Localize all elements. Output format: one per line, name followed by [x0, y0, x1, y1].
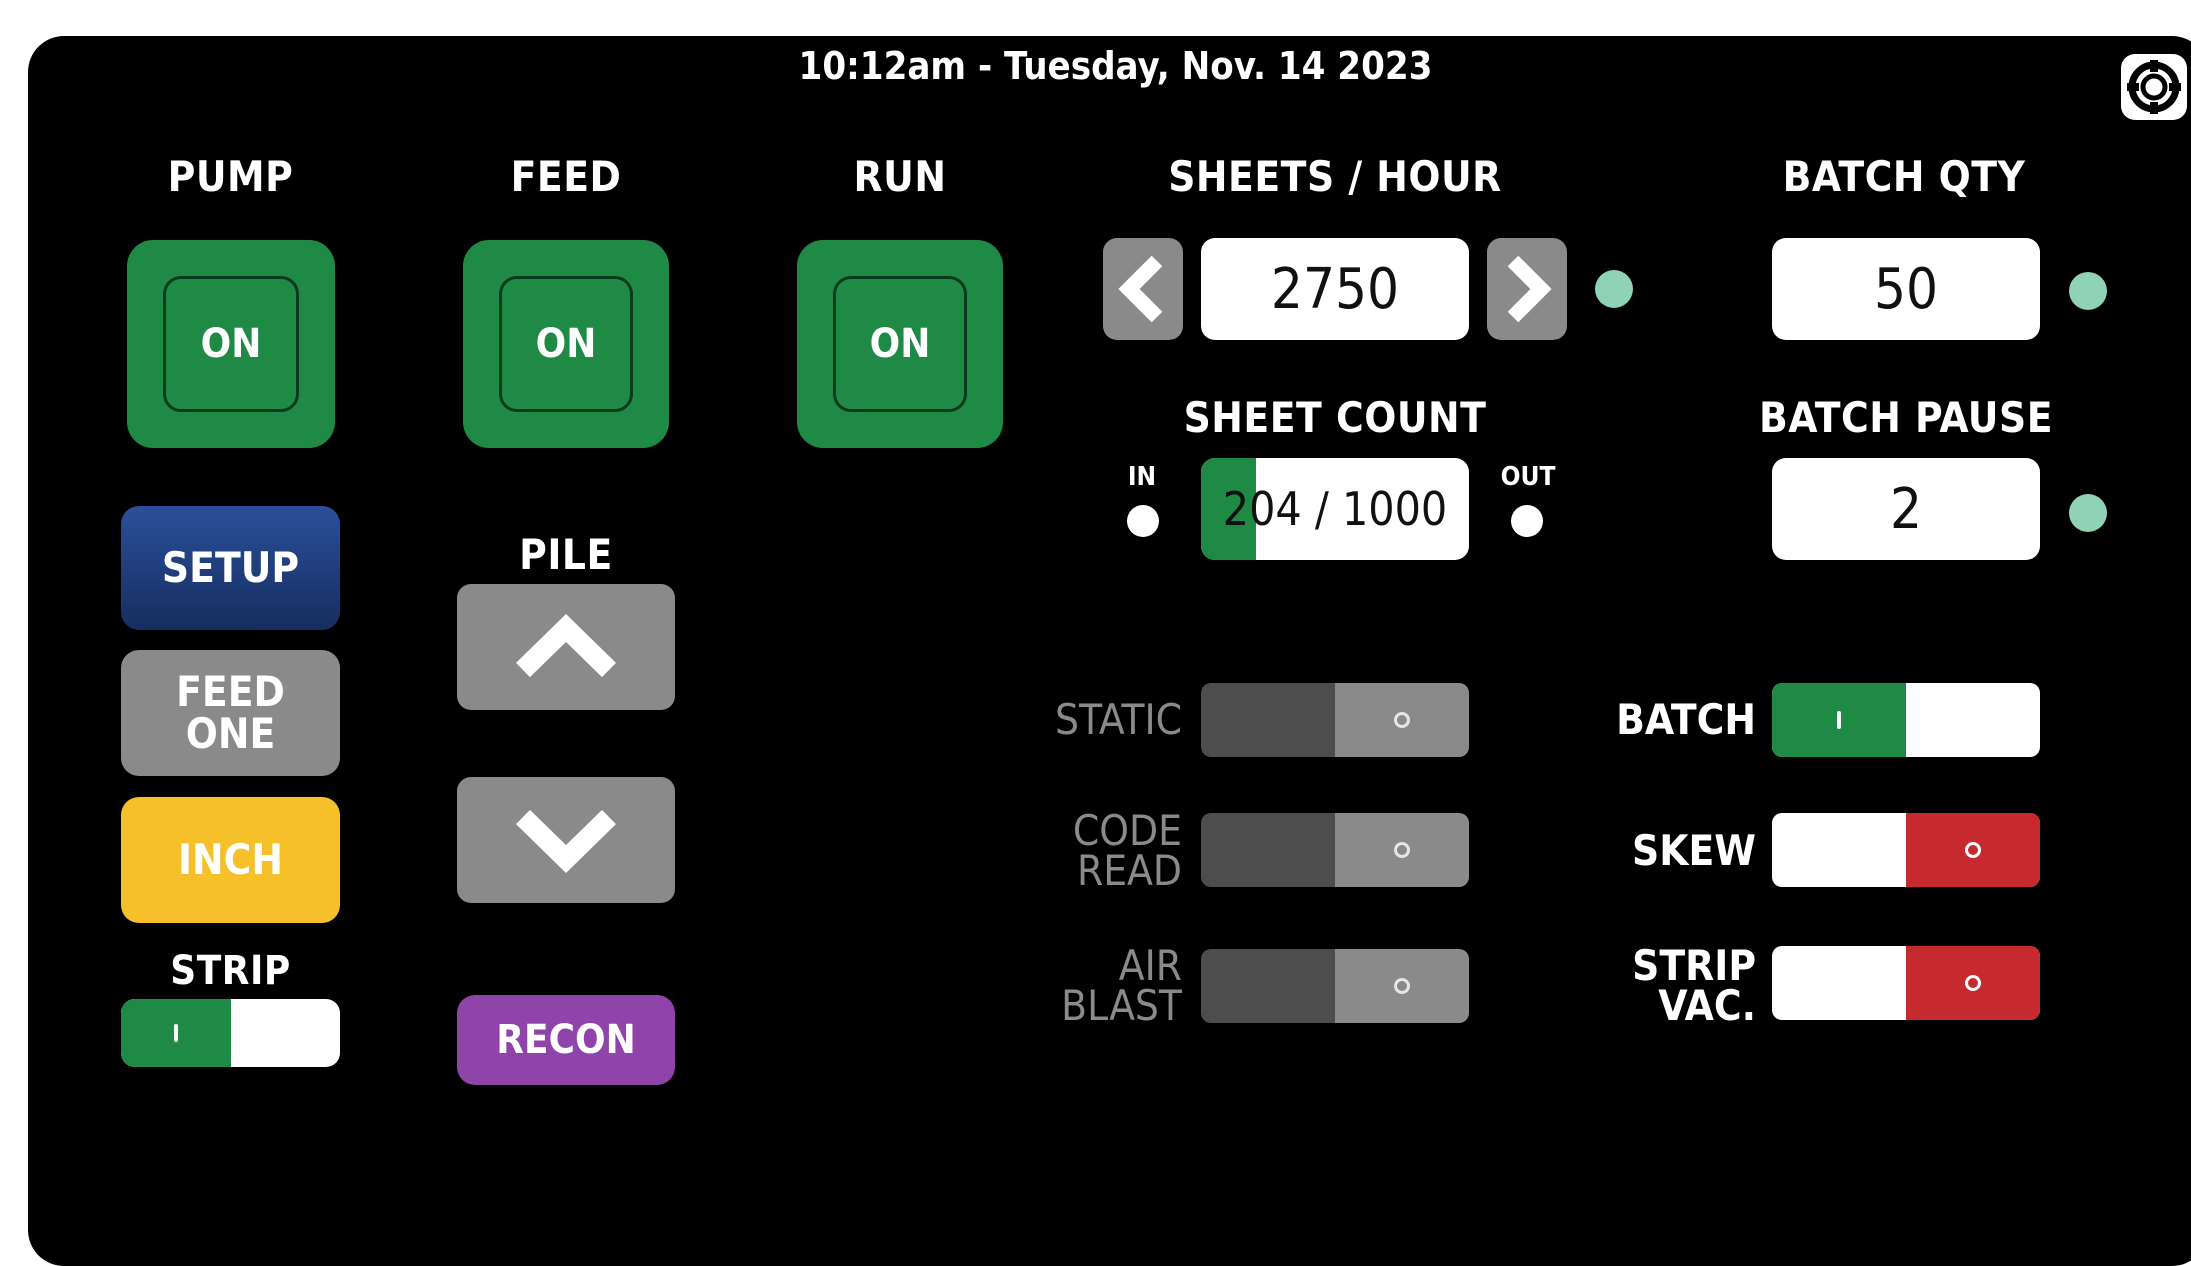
static-label: STATIC [1055, 695, 1182, 744]
skew-label: SKEW [1631, 826, 1756, 875]
in-label: IN [1127, 462, 1157, 492]
chevron-up-icon [516, 614, 616, 678]
pile-up-button[interactable] [457, 584, 675, 710]
code-read-label: CODE READ [960, 806, 1182, 895]
air-blast-toggle-off [1335, 949, 1469, 1023]
sph-status-led [1595, 270, 1633, 308]
batch-qty-field[interactable]: 50 [1772, 238, 2040, 340]
air-blast-label-line2: BLAST [1061, 981, 1182, 1030]
chevron-right-icon [1507, 255, 1552, 323]
strip-toggle[interactable] [121, 999, 340, 1067]
pump-on-button[interactable]: ON [127, 240, 335, 448]
batch-label: BATCH [1616, 695, 1756, 744]
control-panel [28, 36, 2191, 1266]
on-indicator-icon [1837, 711, 1841, 729]
pump-label: PUMP [167, 152, 294, 201]
feed-one-button[interactable]: FEED ONE [121, 650, 340, 776]
sheet-count-label: SHEET COUNT [1183, 393, 1487, 442]
sheet-count-field: 204 / 1000 [1201, 458, 1469, 560]
setup-button[interactable]: SETUP [121, 506, 340, 630]
batch-pause-led [2069, 494, 2107, 532]
inch-button[interactable]: INCH [121, 797, 340, 923]
code-read-toggle-off [1335, 813, 1469, 887]
inch-label: INCH [177, 835, 284, 884]
sheets-per-hour-field[interactable]: 2750 [1201, 238, 1469, 340]
static-toggle[interactable] [1201, 683, 1469, 757]
batch-pause-field[interactable]: 2 [1772, 458, 2040, 560]
air-blast-label: AIR BLAST [960, 941, 1182, 1030]
feed-one-label-line1: FEED [176, 667, 285, 716]
strip-label: STRIP [170, 948, 291, 994]
off-indicator-icon [1965, 842, 1981, 858]
off-indicator-icon [1965, 975, 1981, 991]
static-toggle-off [1335, 683, 1469, 757]
pile-down-button[interactable] [457, 777, 675, 903]
chevron-down-icon [516, 809, 616, 873]
air-blast-toggle-left [1201, 949, 1335, 1023]
run-on-button[interactable]: ON [797, 240, 1003, 448]
in-indicator [1127, 505, 1159, 537]
feed-label: FEED [510, 152, 622, 201]
sheets-per-hour-value: 2750 [1270, 256, 1400, 322]
batch-qty-led [2069, 272, 2107, 310]
off-indicator-icon [1394, 978, 1410, 994]
run-label: RUN [853, 152, 947, 201]
recon-label: RECON [496, 1017, 636, 1063]
code-read-label-line2: READ [1076, 846, 1182, 895]
sph-decrease-button[interactable] [1103, 238, 1183, 340]
code-read-toggle-left [1201, 813, 1335, 887]
feed-on-button[interactable]: ON [463, 240, 669, 448]
off-indicator-icon [1394, 712, 1410, 728]
code-read-toggle[interactable] [1201, 813, 1469, 887]
static-toggle-left [1201, 683, 1335, 757]
out-label: OUT [1500, 462, 1556, 492]
datetime-display: 10:12am - Tuesday, Nov. 14 2023 [798, 44, 1433, 88]
batch-toggle[interactable] [1772, 683, 2040, 757]
run-state: ON [833, 276, 967, 412]
lifebuoy-gear-icon [2127, 60, 2181, 114]
strip-toggle-on [121, 999, 231, 1067]
off-indicator-icon [1394, 842, 1410, 858]
skew-toggle[interactable] [1772, 813, 2040, 887]
strip-vac-toggle-off [1906, 946, 2040, 1020]
code-read-label-line1: CODE [1072, 806, 1182, 855]
pile-label: PILE [519, 530, 613, 579]
on-indicator-icon [174, 1024, 178, 1042]
sheet-count-value: 204 / 1000 [1222, 482, 1448, 536]
batch-pause-value: 2 [1889, 476, 1923, 542]
batch-qty-label: BATCH QTY [1782, 152, 2026, 201]
skew-toggle-off [1906, 813, 2040, 887]
feed-state: ON [499, 276, 633, 412]
air-blast-toggle[interactable] [1201, 949, 1469, 1023]
batch-qty-value: 50 [1873, 256, 1939, 322]
batch-pause-label: BATCH PAUSE [1758, 393, 2054, 442]
sph-increase-button[interactable] [1487, 238, 1567, 340]
strip-vac-label-line2: VAC. [1658, 981, 1756, 1030]
strip-vac-toggle[interactable] [1772, 946, 2040, 1020]
sheets-per-hour-label: SHEETS / HOUR [1168, 152, 1502, 201]
air-blast-label-line1: AIR [1118, 941, 1182, 990]
chevron-left-icon [1118, 255, 1163, 323]
batch-toggle-on [1772, 683, 1906, 757]
strip-vac-label: STRIP VAC. [1560, 941, 1756, 1030]
recon-button[interactable]: RECON [457, 995, 675, 1085]
setup-label: SETUP [161, 543, 300, 592]
settings-button[interactable] [2121, 54, 2187, 120]
pump-state: ON [163, 276, 299, 412]
strip-vac-label-line1: STRIP [1632, 941, 1756, 990]
feed-one-label-line2: ONE [185, 709, 276, 758]
out-indicator [1511, 505, 1543, 537]
